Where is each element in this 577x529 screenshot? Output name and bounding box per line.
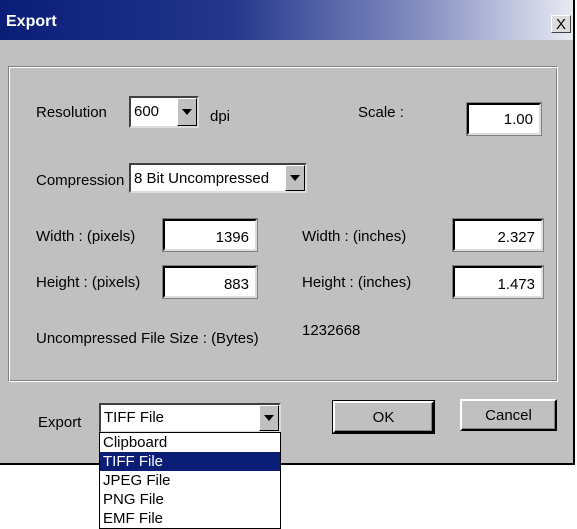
- export-dialog: Export X Resolution 600 dpi Scale : 1.00…: [0, 0, 575, 465]
- export-format-dropdown[interactable]: Clipboard TIFF File JPEG File PNG File E…: [99, 432, 281, 529]
- export-label: Export: [38, 414, 82, 431]
- chevron-down-icon[interactable]: [285, 165, 305, 191]
- cancel-button[interactable]: Cancel: [460, 399, 557, 431]
- resolution-unit: dpi: [210, 108, 231, 125]
- compression-select[interactable]: 8 Bit Uncompressed: [129, 163, 307, 193]
- file-size-label: Uncompressed File Size : (Bytes): [36, 330, 259, 347]
- export-format-value: TIFF File: [104, 409, 164, 426]
- ok-button[interactable]: OK: [332, 400, 435, 434]
- scale-label: Scale :: [358, 104, 404, 121]
- resolution-value: 600: [134, 103, 160, 120]
- width-pixels-input[interactable]: 1396: [162, 218, 258, 252]
- close-icon: X: [555, 15, 566, 33]
- scale-input[interactable]: 1.00: [466, 102, 542, 136]
- width-inches-label: Width : (inches): [302, 228, 407, 245]
- chevron-down-icon[interactable]: [259, 405, 279, 431]
- width-inches-input[interactable]: 2.327: [452, 218, 544, 252]
- height-inches-input[interactable]: 1.473: [452, 265, 544, 299]
- resolution-label: Resolution: [36, 104, 107, 121]
- compression-label: Compression: [36, 172, 125, 189]
- compression-value: 8 Bit Uncompressed: [134, 170, 270, 187]
- cancel-button-label: Cancel: [485, 406, 532, 424]
- dropdown-option-emf[interactable]: EMF File: [100, 509, 280, 528]
- height-pixels-input[interactable]: 883: [162, 265, 258, 299]
- export-format-select[interactable]: TIFF File: [99, 403, 281, 433]
- dropdown-option-png[interactable]: PNG File: [100, 490, 280, 509]
- resolution-select[interactable]: 600: [129, 96, 199, 128]
- file-size-value: 1232668: [302, 322, 361, 339]
- dropdown-option-clipboard[interactable]: Clipboard: [100, 433, 280, 452]
- window-title: Export: [6, 13, 57, 30]
- dropdown-option-tiff[interactable]: TIFF File: [100, 452, 280, 471]
- title-bar[interactable]: Export X: [0, 0, 573, 40]
- dropdown-option-jpeg[interactable]: JPEG File: [100, 471, 280, 490]
- close-button[interactable]: X: [551, 15, 571, 33]
- chevron-down-icon[interactable]: [177, 98, 197, 126]
- height-pixels-label: Height : (pixels): [36, 274, 141, 291]
- height-inches-label: Height : (inches): [302, 274, 412, 291]
- ok-button-label: OK: [372, 408, 395, 426]
- width-pixels-label: Width : (pixels): [36, 228, 136, 245]
